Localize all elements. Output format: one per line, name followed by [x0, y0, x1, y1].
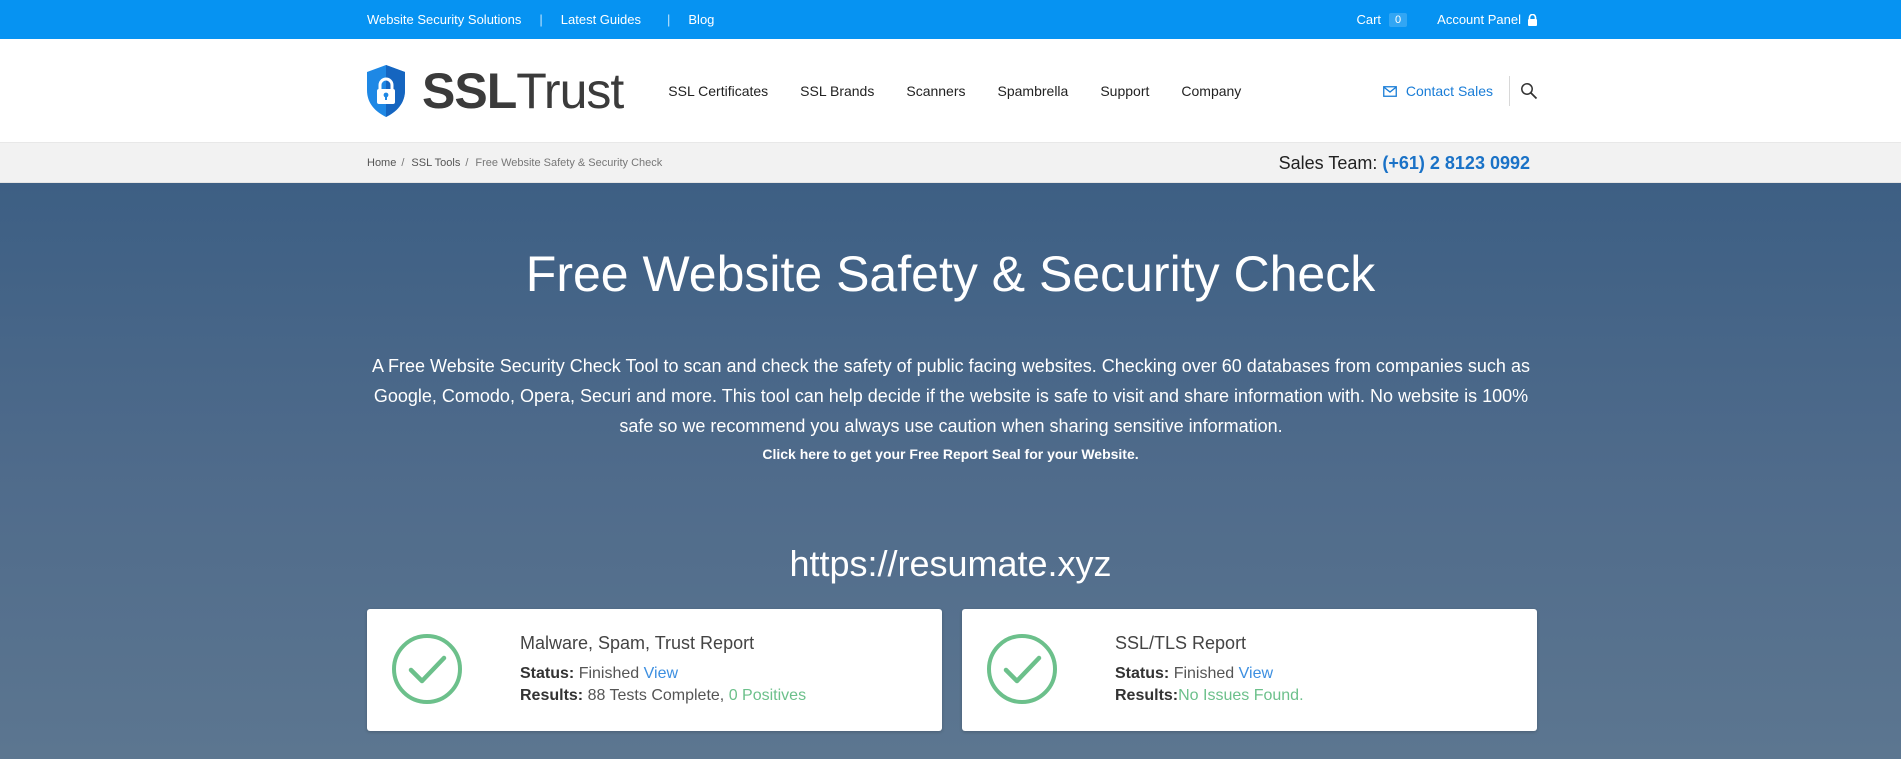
top-link-latest-guides[interactable]: Latest Guides: [561, 12, 641, 27]
cart-label: Cart: [1356, 12, 1382, 27]
check-circle-icon: [392, 634, 462, 704]
results-label: Results:: [520, 687, 584, 704]
top-link-blog[interactable]: Blog: [688, 12, 714, 27]
card-title: Malware, Spam, Trust Report: [520, 633, 755, 653]
logo[interactable]: SSLTrust: [366, 63, 624, 119]
malware-report-card: Malware, Spam, Trust Report Status: Fini…: [367, 609, 942, 731]
breadcrumb-home[interactable]: Home: [367, 157, 396, 169]
top-link-divider: |: [539, 12, 543, 27]
results-label: Results:: [1115, 687, 1179, 704]
nav-ssl-brands[interactable]: SSL Brands: [800, 83, 874, 99]
breadcrumb-separator: /: [465, 157, 469, 169]
cart-count-badge: 0: [1389, 12, 1408, 27]
hero-section: Free Website Safety & Security Check A F…: [0, 183, 1901, 759]
top-bar: Website Security Solutions | Latest Guid…: [0, 0, 1901, 39]
card-results: Results: 88 Tests Complete, 0 Positives: [520, 687, 806, 705]
breadcrumb: Home / SSL Tools / Free Website Safety &…: [367, 157, 662, 169]
top-links: Website Security Solutions | Latest Guid…: [367, 12, 714, 27]
check-circle-icon: [987, 634, 1057, 704]
card-status: Status: Finished View: [520, 665, 678, 683]
results-highlight: 0 Positives: [728, 687, 807, 704]
ssl-tls-report-card: SSL/TLS Report Status: Finished View Res…: [962, 609, 1537, 731]
top-link-website-security-solutions[interactable]: Website Security Solutions: [367, 12, 521, 27]
breadcrumb-current: Free Website Safety & Security Check: [475, 157, 663, 169]
hero-description: A Free Website Security Check Tool to sc…: [372, 356, 1530, 436]
mail-icon: [1382, 85, 1397, 97]
view-report-link[interactable]: View: [1239, 665, 1273, 682]
nav-spambrella[interactable]: Spambrella: [998, 83, 1069, 99]
status-value: Finished: [578, 665, 640, 682]
site-header: SSLTrust SSL Certificates SSL Brands Sca…: [0, 39, 1901, 143]
scanned-url: https://resumate.xyz: [789, 543, 1112, 584]
nav-ssl-certificates[interactable]: SSL Certificates: [668, 83, 768, 99]
breadcrumb-bar: Home / SSL Tools / Free Website Safety &…: [0, 143, 1901, 183]
search-icon[interactable]: [1520, 82, 1538, 100]
contact-sales-button[interactable]: Contact Sales: [1382, 83, 1493, 99]
lock-icon: [1528, 13, 1537, 26]
card-status: Status: Finished View: [1115, 665, 1273, 683]
sales-team-info: Sales Team: (+61) 2 8123 0992: [1279, 153, 1530, 174]
cart-link[interactable]: Cart 0: [1356, 12, 1408, 27]
account-panel-link[interactable]: Account Panel: [1437, 12, 1538, 27]
sales-phone-link[interactable]: (+61) 2 8123 0992: [1382, 153, 1530, 173]
nav-company[interactable]: Company: [1181, 83, 1241, 99]
contact-sales-label: Contact Sales: [1405, 83, 1493, 99]
account-panel-label: Account Panel: [1437, 12, 1521, 27]
main-nav: SSL Certificates SSL Brands Scanners Spa…: [668, 83, 1273, 99]
shield-lock-icon: [367, 65, 405, 117]
breadcrumb-separator: /: [401, 157, 405, 169]
header-divider: [1509, 76, 1510, 106]
card-title: SSL/TLS Report: [1115, 633, 1247, 653]
status-value: Finished: [1173, 665, 1235, 682]
sales-team-label: Sales Team:: [1278, 152, 1378, 173]
nav-support[interactable]: Support: [1100, 83, 1149, 99]
logo-text-light: Trust: [516, 63, 624, 119]
top-link-divider: |: [667, 12, 671, 27]
free-report-seal-link[interactable]: Click here to get your Free Report Seal …: [0, 446, 1901, 462]
page-title: Free Website Safety & Security Check: [525, 246, 1376, 302]
view-report-link[interactable]: View: [644, 665, 678, 682]
logo-text-bold: SSL: [422, 63, 517, 119]
status-label: Status:: [520, 665, 575, 682]
results-highlight: No Issues Found.: [1178, 687, 1304, 704]
logo-wordmark: SSLTrust: [422, 63, 624, 119]
card-results: Results:No Issues Found.: [1115, 687, 1304, 705]
nav-scanners[interactable]: Scanners: [906, 83, 965, 99]
results-value: 88 Tests Complete,: [587, 687, 725, 704]
status-label: Status:: [1115, 665, 1170, 682]
breadcrumb-ssl-tools[interactable]: SSL Tools: [411, 157, 460, 169]
